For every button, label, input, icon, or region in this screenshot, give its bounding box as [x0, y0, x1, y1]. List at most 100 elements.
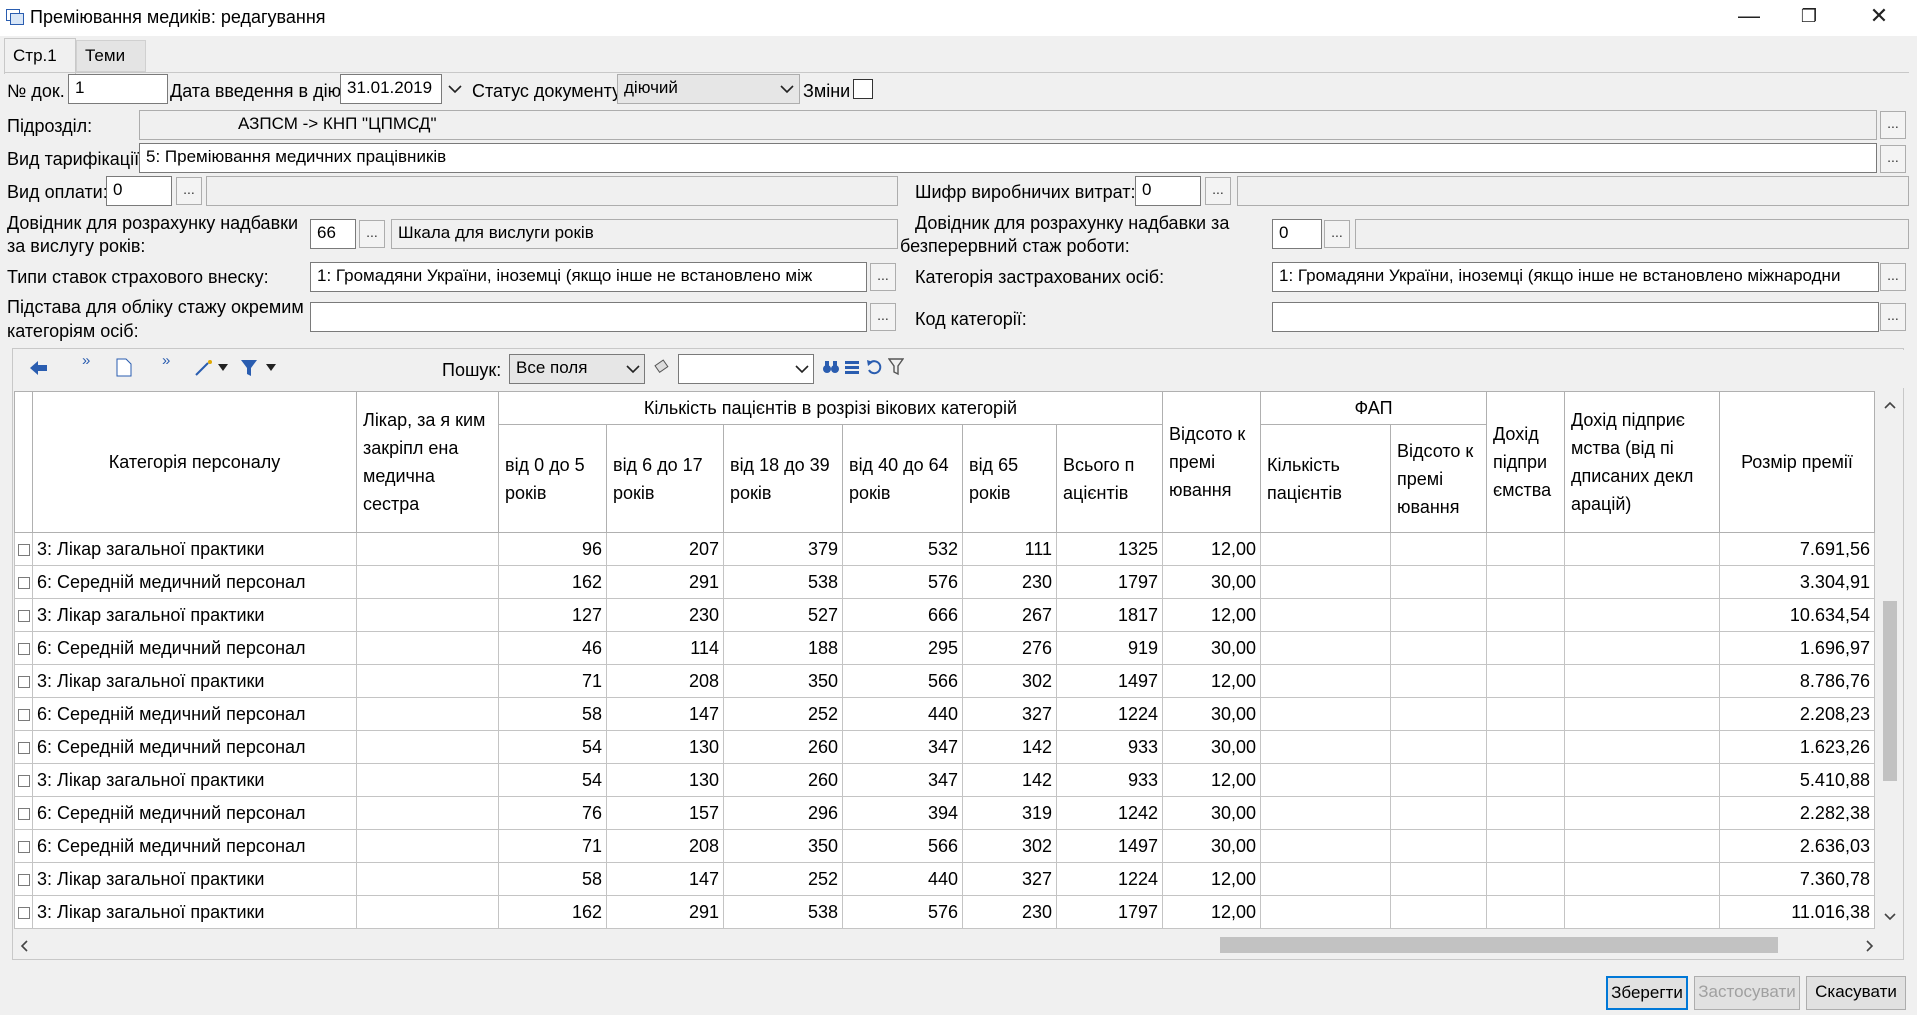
cont-ref-browse-button[interactable]: ... [1324, 220, 1350, 248]
table-row[interactable]: 3: Лікар загальної практики 54 130 260 347 14… [14, 763, 1875, 797]
cell-fp[interactable] [1260, 829, 1391, 863]
edit-wand-icon[interactable] [194, 359, 214, 377]
cell-category[interactable]: 6: Середній медичний персонал [32, 796, 357, 830]
seniority-ref-browse-button[interactable]: ... [359, 220, 385, 248]
cell-fpc[interactable] [1390, 598, 1487, 632]
table-row[interactable]: 6: Середній медичний персонал 46 114 188 295… [14, 631, 1875, 665]
cell-a[interactable]: 54 [498, 730, 607, 764]
cell-doctor[interactable] [356, 565, 499, 599]
insurance-field[interactable]: 1: Громадяни України, іноземці (якщо інш… [310, 262, 867, 292]
cell-e[interactable]: 302 [962, 829, 1057, 863]
table-row[interactable]: 6: Середній медичний персонал 71 208 350 566… [14, 829, 1875, 863]
cell-bonus[interactable]: 10.634,54 [1719, 598, 1875, 632]
row-checkbox[interactable] [17, 840, 30, 853]
cell-d[interactable]: 576 [842, 895, 963, 929]
scroll-down-icon[interactable] [1884, 913, 1896, 921]
cell-percent[interactable]: 12,00 [1162, 532, 1261, 566]
cell-c[interactable]: 538 [723, 565, 843, 599]
cell-d[interactable]: 566 [842, 829, 963, 863]
date-dropdown-chevron-down-icon[interactable] [448, 84, 462, 94]
cell-d[interactable]: 532 [842, 532, 963, 566]
cell-e[interactable]: 327 [962, 862, 1057, 896]
cell-inc[interactable] [1486, 697, 1565, 731]
insurance-browse-button[interactable]: ... [870, 263, 896, 291]
cell-inc[interactable] [1486, 829, 1565, 863]
cell-incd[interactable] [1564, 598, 1720, 632]
cell-category[interactable]: 3: Лікар загальної практики [32, 532, 357, 566]
tariff-field[interactable]: 5: Преміювання медичних працівників [139, 143, 1877, 173]
row-select-cell[interactable] [14, 598, 33, 632]
cell-a[interactable]: 162 [498, 895, 607, 929]
cell-doctor[interactable] [356, 796, 499, 830]
back-arrow-icon[interactable] [30, 361, 48, 375]
cell-doctor[interactable] [356, 862, 499, 896]
cell-bonus[interactable]: 5.410,88 [1719, 763, 1875, 797]
cell-fpc[interactable] [1390, 829, 1487, 863]
cell-c[interactable]: 252 [723, 862, 843, 896]
cell-doctor[interactable] [356, 730, 499, 764]
cell-category[interactable]: 6: Середній медичний персонал [32, 565, 357, 599]
cell-fpc[interactable] [1390, 895, 1487, 929]
cell-total[interactable]: 1497 [1056, 664, 1163, 698]
cell-incd[interactable] [1564, 763, 1720, 797]
binoculars-icon[interactable] [822, 359, 840, 375]
row-checkbox[interactable] [17, 906, 30, 919]
cell-a[interactable]: 71 [498, 664, 607, 698]
undo-icon[interactable] [866, 359, 882, 375]
cell-fpc[interactable] [1390, 862, 1487, 896]
cell-b[interactable]: 130 [606, 730, 724, 764]
cell-incd[interactable] [1564, 565, 1720, 599]
search-field-select[interactable]: Все поля [509, 354, 645, 384]
cell-a[interactable]: 162 [498, 565, 607, 599]
insured-category-browse-button[interactable]: ... [1880, 263, 1906, 291]
cell-total[interactable]: 1497 [1056, 829, 1163, 863]
cont-ref-code-field[interactable]: 0 [1272, 219, 1322, 249]
cell-incd[interactable] [1564, 730, 1720, 764]
row-checkbox[interactable] [17, 774, 30, 787]
horizontal-scrollbar[interactable] [14, 933, 1879, 957]
cell-fp[interactable] [1260, 565, 1391, 599]
cell-a[interactable]: 54 [498, 763, 607, 797]
table-row[interactable]: 6: Середній медичний персонал 76 157 296 394… [14, 796, 1875, 830]
cell-total[interactable]: 1325 [1056, 532, 1163, 566]
cell-e[interactable]: 142 [962, 730, 1057, 764]
cell-c[interactable]: 527 [723, 598, 843, 632]
cell-incd[interactable] [1564, 664, 1720, 698]
row-checkbox[interactable] [17, 807, 30, 820]
cell-c[interactable]: 260 [723, 730, 843, 764]
changes-checkbox[interactable] [853, 79, 873, 99]
cell-e[interactable]: 302 [962, 664, 1057, 698]
table-row[interactable]: 3: Лікар загальної практики 58 147 252 440 32… [14, 862, 1875, 896]
col-fap-patients-header[interactable]: Кількість пацієнтів [1260, 424, 1391, 533]
cell-d[interactable]: 440 [842, 862, 963, 896]
cell-doctor[interactable] [356, 598, 499, 632]
cell-total[interactable]: 1242 [1056, 796, 1163, 830]
cell-total[interactable]: 1224 [1056, 697, 1163, 731]
save-button[interactable]: Зберегти [1606, 976, 1688, 1010]
cell-bonus[interactable]: 8.786,76 [1719, 664, 1875, 698]
cell-total[interactable]: 1797 [1056, 895, 1163, 929]
category-code-field[interactable] [1272, 302, 1879, 332]
clear-filter-icon[interactable] [888, 358, 904, 376]
cell-d[interactable]: 347 [842, 763, 963, 797]
cell-incd[interactable] [1564, 862, 1720, 896]
seniority-ref-code-field[interactable]: 66 [310, 219, 356, 249]
cell-inc[interactable] [1486, 598, 1565, 632]
cell-fp[interactable] [1260, 631, 1391, 665]
row-select-cell[interactable] [14, 664, 33, 698]
col-total-header[interactable]: Всього п ацієнтів [1056, 424, 1163, 533]
cell-bonus[interactable]: 11.016,38 [1719, 895, 1875, 929]
doc-no-field[interactable]: 1 [68, 74, 168, 104]
cell-percent[interactable]: 12,00 [1162, 664, 1261, 698]
scroll-right-icon[interactable] [1866, 940, 1874, 952]
tariff-browse-button[interactable]: ... [1880, 145, 1906, 173]
cell-inc[interactable] [1486, 895, 1565, 929]
cell-b[interactable]: 114 [606, 631, 724, 665]
cell-e[interactable]: 327 [962, 697, 1057, 731]
cell-d[interactable]: 347 [842, 730, 963, 764]
cell-total[interactable]: 933 [1056, 763, 1163, 797]
cell-fpc[interactable] [1390, 565, 1487, 599]
search-input[interactable] [678, 354, 814, 384]
row-select-cell[interactable] [14, 895, 33, 929]
cell-inc[interactable] [1486, 565, 1565, 599]
